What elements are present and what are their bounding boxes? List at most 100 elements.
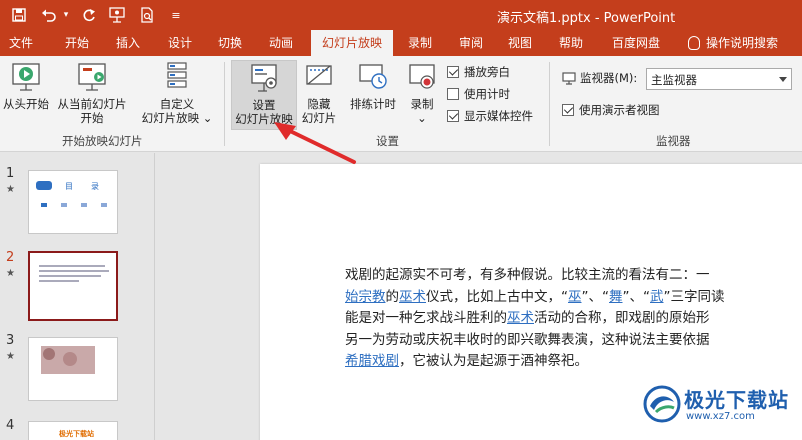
link-primitive-religion[interactable]: 始宗教: [345, 289, 386, 305]
slide-line-4: 另一为劳动或庆祝丰收时的即兴歌舞表演，这种说法主要依据: [345, 331, 710, 348]
ribbon: 从头开始 从当前幻灯片 开始 自定义 幻灯片放映 ⌄ 开始放映幻灯片 设置 幻灯…: [0, 56, 802, 152]
tab-help[interactable]: 帮助: [548, 30, 594, 56]
set-up-show-label-1: 设置: [252, 98, 276, 112]
hide-slide-icon: [306, 65, 332, 85]
play-narrations-label: 播放旁白: [464, 65, 510, 79]
hide-slide-label-1: 隐藏: [307, 97, 331, 111]
tell-me-search[interactable]: 操作说明搜索: [688, 30, 778, 56]
slide-body-text[interactable]: 戏剧的起源实不可考，有多种假说。比较主流的看法有二：一 始宗教的巫术仪式，比如上…: [345, 265, 802, 373]
from-beginning-icon: [12, 63, 40, 91]
record-dropdown-icon: ⌄: [417, 111, 427, 125]
group-separator: [549, 62, 550, 146]
show-media-controls-label: 显示媒体控件: [464, 109, 533, 123]
tab-design[interactable]: 设计: [156, 30, 204, 56]
from-current-label-1: 从当前幻灯片: [57, 97, 127, 111]
slide-line-3: 能是对一种乞求战斗胜利的巫术活动的合称，即戏剧的原始形: [345, 308, 802, 330]
presenter-icon[interactable]: [106, 0, 130, 30]
save-icon[interactable]: [8, 0, 30, 30]
slide-line-2: 始宗教的巫术仪式，比如上古中文，“巫”、“舞”、“武”三字同读: [345, 287, 802, 309]
slide-thumbnail-4[interactable]: 极光下载站: [28, 421, 118, 440]
animation-star-icon: ★: [6, 351, 15, 362]
slide-text-run: 仪式，比如上古中文，“: [426, 288, 568, 305]
slide-text-run: 的: [385, 288, 400, 305]
from-current-button[interactable]: 从当前幻灯片 开始: [54, 60, 130, 126]
thumb-title-right: 录: [91, 182, 99, 191]
slide-thumbnails-pane[interactable]: 1 ★ 目 录 2 ★ 3 ★ 4 极光下载站: [0, 153, 155, 440]
undo-dropdown-icon[interactable]: ▾: [60, 0, 72, 30]
tab-review[interactable]: 审阅: [448, 30, 494, 56]
monitor-select[interactable]: 主监视器: [646, 68, 792, 90]
group-separator: [224, 62, 225, 146]
slide-text-run: ，它被认为是起源于酒神祭祀。: [399, 353, 588, 369]
print-preview-icon[interactable]: [136, 0, 158, 30]
thumb-text-line: [39, 275, 101, 277]
link-dance[interactable]: 舞: [609, 289, 623, 305]
tab-view[interactable]: 视图: [497, 30, 543, 56]
use-timings-checkbox[interactable]: 使用计时: [447, 86, 510, 102]
slide-number: 3: [6, 333, 15, 348]
link-witchcraft-2[interactable]: 巫术: [507, 310, 534, 326]
thumb-text-line: [39, 270, 109, 272]
slide-text-run: ”三字同读: [663, 288, 725, 305]
tell-me-label: 操作说明搜索: [706, 36, 779, 50]
slide-text-run: ”、“: [581, 288, 610, 305]
thumb-title-left: 目: [65, 182, 73, 191]
tab-slide-show[interactable]: 幻灯片放映: [311, 30, 393, 56]
show-media-controls-checkbox[interactable]: 显示媒体控件: [447, 108, 533, 124]
link-wu[interactable]: 巫: [568, 289, 582, 305]
from-current-label-2: 开始: [80, 111, 104, 125]
thumb-image-detail: [63, 352, 77, 366]
customize-icon[interactable]: ≡: [168, 0, 184, 30]
tab-baidu-netdisk[interactable]: 百度网盘: [600, 30, 672, 56]
link-greek-drama[interactable]: 希腊戏剧: [345, 353, 399, 369]
thumb-bullet: [101, 203, 107, 207]
thumb-image-detail: [43, 348, 55, 360]
slide-number: 2: [6, 250, 15, 265]
use-timings-label: 使用计时: [464, 87, 510, 101]
slide-text-run: 活动的合称，即戏剧的原始形: [534, 310, 710, 326]
tab-home[interactable]: 开始: [52, 30, 102, 56]
monitor-select-value: 主监视器: [651, 73, 697, 87]
lightbulb-icon: [688, 36, 700, 50]
tab-record[interactable]: 录制: [396, 30, 444, 56]
slide-line-5: 希腊戏剧，它被认为是起源于酒神祭祀。: [345, 351, 802, 373]
animation-star-icon: ★: [6, 184, 15, 195]
slide-line-1: 戏剧的起源实不可考，有多种假说。比较主流的看法有二：一: [345, 267, 710, 283]
slide-thumbnail-2[interactable]: [28, 251, 118, 321]
set-up-show-icon: [251, 64, 277, 92]
slide-thumbnail-1[interactable]: 目 录: [28, 170, 118, 234]
monitor-icon: [562, 71, 576, 85]
tab-file[interactable]: 文件: [0, 30, 42, 56]
presenter-view-checkbox[interactable]: 使用演示者视图: [562, 102, 660, 118]
hide-slide-button[interactable]: 隐藏 幻灯片: [299, 60, 339, 126]
tab-insert[interactable]: 插入: [104, 30, 152, 56]
rehearse-timings-icon: [359, 64, 387, 89]
undo-icon[interactable]: [38, 0, 60, 30]
thumb-text-line: [39, 280, 79, 282]
watermark-logo-icon: [643, 385, 681, 423]
link-witchcraft[interactable]: 巫术: [399, 289, 426, 305]
record-button[interactable]: 录制 ⌄: [404, 60, 440, 126]
redo-icon[interactable]: [78, 0, 100, 30]
ribbon-tabs: 文件 开始 插入 设计 切换 动画 幻灯片放映 录制 审阅 视图 帮助 百度网盘…: [0, 30, 802, 56]
from-beginning-button[interactable]: 从头开始: [0, 60, 52, 126]
play-narrations-checkbox[interactable]: 播放旁白: [447, 64, 510, 80]
start-group-label: 开始放映幻灯片: [62, 134, 143, 148]
rehearse-timings-button[interactable]: 排练计时: [345, 60, 401, 126]
annotation-arrow-icon: [274, 122, 356, 164]
thumb-4-text: 极光下载站: [59, 430, 94, 438]
monitors-group-label: 监视器: [656, 134, 691, 148]
custom-show-button[interactable]: 自定义 幻灯片放映 ⌄: [138, 60, 216, 126]
slide-thumbnail-3[interactable]: [28, 337, 118, 401]
custom-show-dropdown-icon: ⌄: [202, 111, 213, 125]
checkbox-checked-icon: [447, 110, 459, 122]
from-beginning-label: 从头开始: [3, 97, 49, 111]
monitor-label: 监视器(M):: [580, 71, 638, 85]
presenter-view-label: 使用演示者视图: [579, 103, 660, 117]
checkbox-checked-icon: [447, 66, 459, 78]
link-martial[interactable]: 武: [650, 289, 664, 305]
slide-number: 4: [6, 418, 15, 433]
tab-animations[interactable]: 动画: [257, 30, 305, 56]
tab-transitions[interactable]: 切换: [206, 30, 254, 56]
thumb-shape: [36, 181, 52, 190]
